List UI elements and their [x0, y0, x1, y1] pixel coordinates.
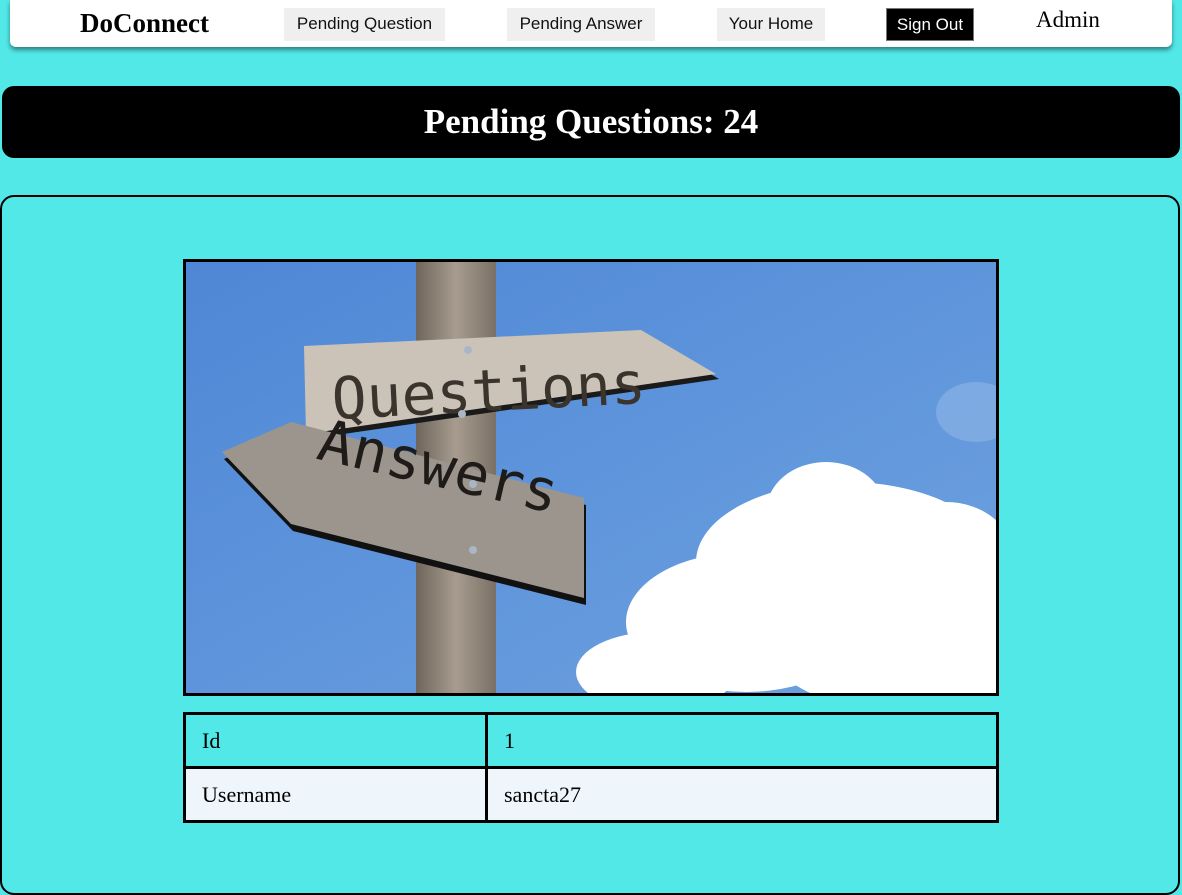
brand-logo[interactable]: DoConnect — [80, 8, 209, 39]
signpost-illustration: Questions Answers — [186, 262, 996, 693]
table-row: Username sancta27 — [183, 766, 999, 823]
detail-value: sancta27 — [485, 766, 999, 823]
question-image: Questions Answers — [183, 259, 999, 696]
pending-question-button[interactable]: Pending Question — [284, 8, 445, 41]
your-home-button[interactable]: Your Home — [717, 8, 825, 41]
detail-label: Username — [183, 766, 488, 823]
top-navbar: DoConnect Pending Question Pending Answe… — [10, 0, 1172, 47]
question-details-table: Id 1 Username sancta27 — [183, 712, 999, 823]
user-role-label: Admin — [1036, 7, 1100, 32]
detail-label: Id — [183, 712, 488, 769]
detail-value: 1 — [485, 712, 999, 769]
pending-answer-button[interactable]: Pending Answer — [507, 8, 655, 41]
page-title: Pending Questions: 24 — [2, 86, 1180, 158]
sign-out-button[interactable]: Sign Out — [886, 8, 974, 41]
table-row: Id 1 — [183, 712, 999, 769]
